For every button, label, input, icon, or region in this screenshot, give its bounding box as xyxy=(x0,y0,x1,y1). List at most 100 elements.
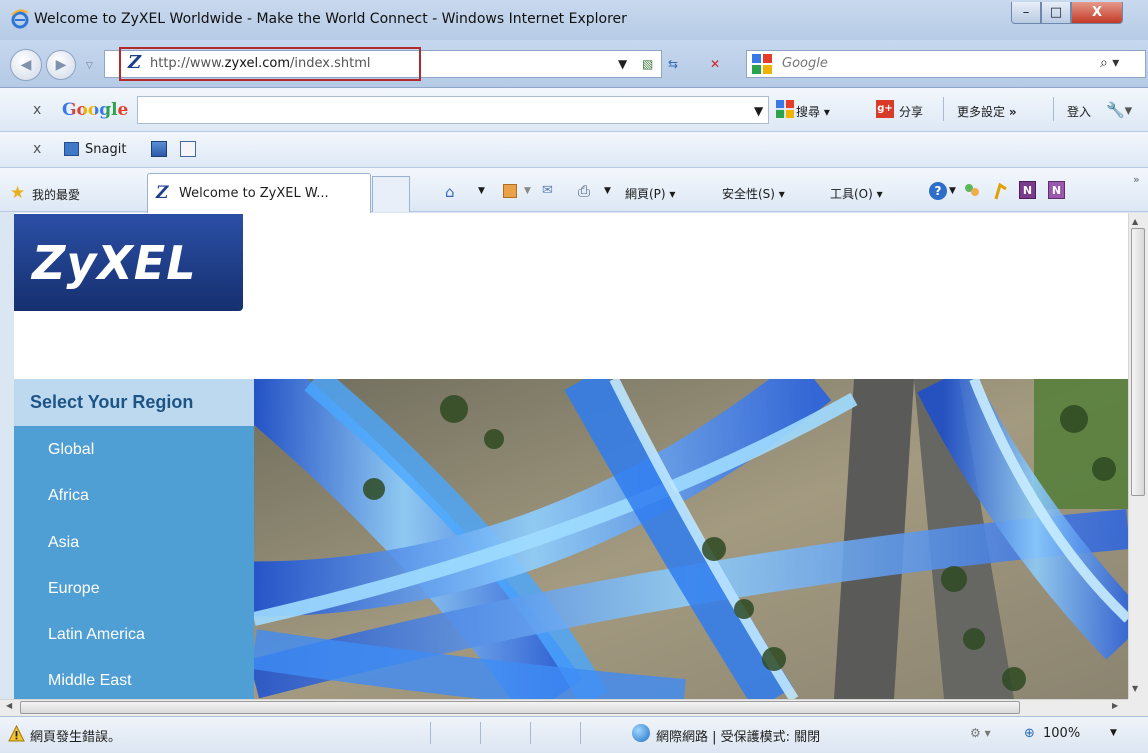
scroll-up-arrow-icon[interactable]: ▲ xyxy=(1132,217,1138,226)
region-heading: Select Your Region xyxy=(14,379,254,426)
google-input-dropdown-icon[interactable]: ▼ xyxy=(754,104,763,118)
print-icon[interactable]: ⎙ xyxy=(578,182,590,200)
url-suffix: /index.shtml xyxy=(290,56,371,71)
zoom-dropdown-icon[interactable]: ▼ xyxy=(1110,728,1117,738)
minimize-button[interactable]: – xyxy=(1011,2,1041,24)
vertical-scroll-thumb[interactable] xyxy=(1131,228,1145,496)
command-bar-overflow-icon[interactable]: » xyxy=(1133,173,1140,186)
window-title: Welcome to ZyXEL Worldwide - Make the Wo… xyxy=(34,11,627,27)
feed-dropdown-icon[interactable]: ▼ xyxy=(524,186,531,196)
more-settings-arrows: » xyxy=(1008,105,1017,119)
site-favicon-icon: Z xyxy=(128,52,142,73)
favorites-star-icon: ★ xyxy=(10,183,26,203)
page-menu-label: 網頁(P) xyxy=(625,187,666,201)
scroll-down-arrow-icon[interactable]: ▼ xyxy=(1132,684,1138,693)
onenote-send-icon[interactable]: N xyxy=(1048,181,1065,199)
internet-zone-globe-icon xyxy=(632,724,650,742)
close-snagit-toolbar-icon[interactable]: x xyxy=(33,141,41,157)
refresh-icon[interactable]: ⇆ xyxy=(668,57,678,71)
scroll-corner xyxy=(1128,699,1148,716)
zyxel-logo-text: ZyXEL xyxy=(32,235,197,290)
google-search-icon xyxy=(776,100,794,118)
zyxel-logo[interactable]: ZyXEL xyxy=(14,214,243,311)
security-zone-text[interactable]: 網際網路 | 受保護模式: 關閉 xyxy=(656,726,820,745)
url-prefix: http://www. xyxy=(150,56,225,71)
signin-button[interactable]: 登入 xyxy=(1067,103,1091,120)
region-link-middle-east[interactable]: Middle East xyxy=(48,672,132,690)
help-icon[interactable]: ? xyxy=(929,182,947,200)
more-settings-button[interactable]: 更多設定 » xyxy=(957,103,1017,120)
google-search-provider-icon xyxy=(752,54,772,74)
region-link-europe[interactable]: Europe xyxy=(48,580,100,598)
snagit-capture-icon[interactable] xyxy=(151,141,167,157)
region-link-latin-america[interactable]: Latin America xyxy=(48,626,145,644)
home-icon[interactable]: ⌂ xyxy=(445,183,455,201)
zoom-level[interactable]: 100% xyxy=(1043,726,1080,741)
region-link-global[interactable]: Global xyxy=(48,441,94,459)
ie-logo-icon xyxy=(11,9,29,29)
scroll-left-arrow-icon[interactable]: ◀ xyxy=(6,701,12,710)
status-separator xyxy=(480,722,481,744)
new-tab-button[interactable] xyxy=(372,176,410,212)
snagit-toolbar xyxy=(0,132,1148,168)
page-menu[interactable]: 網頁(P) ▾ xyxy=(625,185,675,202)
tools-menu[interactable]: 工具(O) ▾ xyxy=(830,185,883,202)
status-message[interactable]: 網頁發生錯誤。 xyxy=(30,726,121,745)
snagit-button[interactable]: Snagit xyxy=(85,142,126,157)
stop-icon[interactable]: ✕ xyxy=(710,57,720,71)
region-list: Global Africa Asia Europe Latin America … xyxy=(14,426,254,699)
help-dropdown-icon[interactable]: ▼ xyxy=(949,186,956,196)
research-icon[interactable] xyxy=(992,181,1010,201)
toolbar-separator xyxy=(943,97,944,121)
tools-menu-label: 工具(O) xyxy=(830,187,873,201)
address-dropdown-icon[interactable]: ▼ xyxy=(618,57,627,71)
region-link-asia[interactable]: Asia xyxy=(48,534,79,552)
safety-menu-label: 安全性(S) xyxy=(722,187,775,201)
print-dropdown-icon[interactable]: ▼ xyxy=(604,186,611,196)
region-link-africa[interactable]: Africa xyxy=(48,487,89,505)
tab-favicon-icon: Z xyxy=(156,183,169,203)
addons-icon[interactable]: ⚙ ▾ xyxy=(970,726,991,740)
messenger-icon[interactable] xyxy=(962,181,982,201)
google-search-button[interactable]: 搜尋 ▾ xyxy=(796,103,830,120)
onenote-icon[interactable]: N xyxy=(1019,181,1036,199)
horizontal-scroll-thumb[interactable] xyxy=(20,701,1020,714)
snagit-icon xyxy=(64,142,79,156)
search-placeholder: Google xyxy=(782,56,828,71)
google-search-label: 搜尋 xyxy=(796,105,821,119)
compatibility-view-icon[interactable]: ▧ xyxy=(642,57,653,71)
back-button[interactable]: ◀ xyxy=(10,49,42,81)
url-domain: zyxel.com xyxy=(224,56,290,71)
google-plus-share-icon: g+ xyxy=(876,100,894,118)
zoom-icon: ⊕ xyxy=(1024,726,1035,741)
recent-pages-dropdown-icon[interactable]: ▽ xyxy=(86,61,93,71)
search-icon[interactable]: ⌕ ▾ xyxy=(1100,55,1119,71)
google-logo-text: Google xyxy=(62,100,129,120)
more-settings-label: 更多設定 xyxy=(957,105,1006,119)
safety-menu[interactable]: 安全性(S) ▾ xyxy=(722,185,785,202)
google-search-input[interactable] xyxy=(137,96,769,124)
page-content: ZyXEL Select Your Region Global Africa A… xyxy=(14,213,1128,699)
close-window-button[interactable]: X xyxy=(1071,2,1123,24)
wrench-icon[interactable]: 🔧▾ xyxy=(1106,101,1132,119)
home-dropdown-icon[interactable]: ▼ xyxy=(478,186,485,196)
maximize-button[interactable]: □ xyxy=(1041,2,1071,24)
close-google-toolbar-icon[interactable]: x xyxy=(33,102,41,118)
toolbar-separator xyxy=(1053,97,1054,121)
status-separator xyxy=(530,722,531,744)
forward-button[interactable]: ▶ xyxy=(46,50,76,80)
snagit-edit-icon[interactable] xyxy=(180,141,196,157)
google-logo: Google xyxy=(62,100,128,120)
mail-icon[interactable]: ✉ xyxy=(542,183,553,198)
status-separator xyxy=(430,722,431,744)
page-error-warning-icon[interactable] xyxy=(8,725,25,742)
share-button[interactable]: 分享 xyxy=(899,103,923,120)
hero-highway-image xyxy=(254,379,1128,699)
tab-title: Welcome to ZyXEL W... xyxy=(179,186,329,201)
rss-feed-icon[interactable] xyxy=(503,184,517,198)
url-text[interactable]: http://www.zyxel.com/index.shtml xyxy=(150,56,370,71)
favorites-button[interactable]: 我的最愛 xyxy=(32,186,80,203)
scroll-right-arrow-icon[interactable]: ▶ xyxy=(1112,701,1118,710)
status-separator xyxy=(580,722,581,744)
region-heading-text: Select Your Region xyxy=(30,392,194,412)
